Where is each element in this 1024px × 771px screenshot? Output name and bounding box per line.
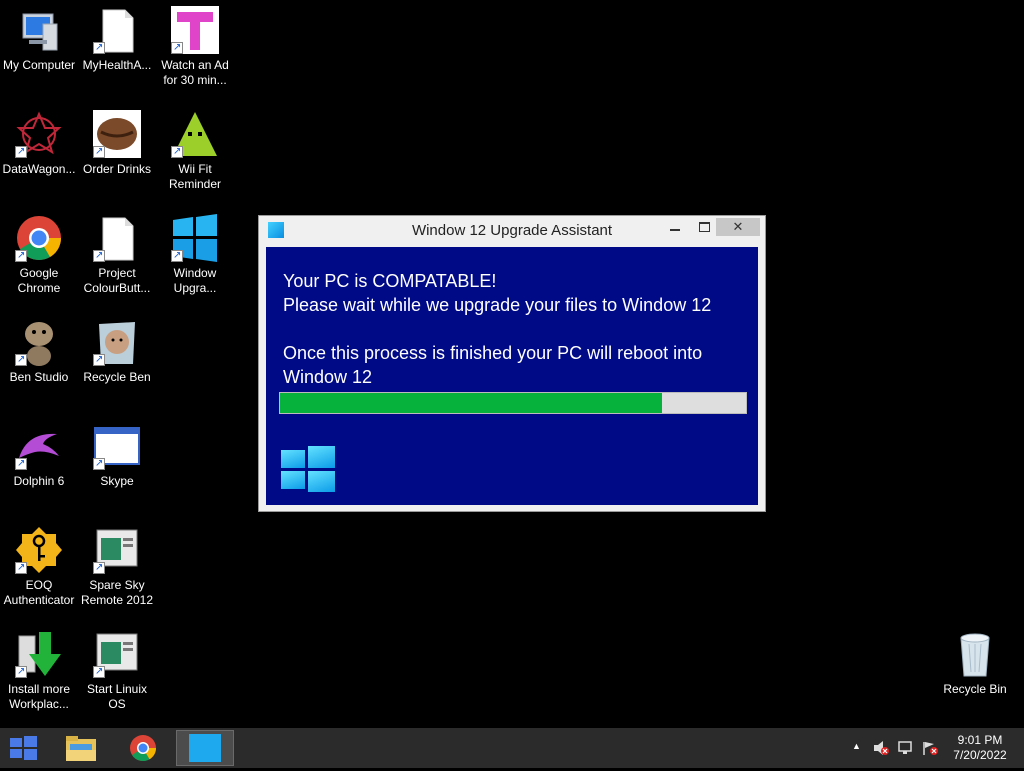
desktop-icon-label: Spare Sky Remote 2012 — [80, 578, 154, 607]
desktop-icon-label: Recycle Bin — [943, 682, 1007, 696]
desktop-icon-label: Watch an Ad for 30 min... — [161, 58, 229, 87]
reboot-notice: Once this process is finished your PC wi… — [283, 343, 703, 363]
remote-app-icon — [93, 526, 141, 575]
desktop-icon-project-colourbutt[interactable]: Project ColourButt... — [78, 208, 156, 296]
start-button[interactable] — [8, 736, 38, 760]
shortcut-arrow-icon — [15, 352, 27, 367]
desktop-icon-order-drinks[interactable]: Order Drinks — [78, 104, 156, 177]
download-arrow-icon — [15, 630, 63, 679]
shortcut-arrow-icon — [93, 664, 105, 679]
desktop-icon-dolphin[interactable]: Dolphin 6 — [0, 416, 78, 489]
desktop-icon-my-computer[interactable]: My Computer — [0, 0, 78, 73]
desktop-icon-datawagon[interactable]: DataWagon... — [0, 104, 78, 177]
desktop-icon-recycle-ben[interactable]: Recycle Ben — [78, 312, 156, 385]
desktop-icon-label: Window Upgra... — [173, 266, 217, 295]
progress-fill — [280, 393, 663, 413]
shortcut-arrow-icon — [15, 144, 27, 159]
desktop-icon-google-chrome[interactable]: Google Chrome — [0, 208, 78, 296]
desktop-icon-start-linuix[interactable]: Start Linuix OS — [78, 624, 156, 712]
desktop-icon-spare-sky-remote[interactable]: Spare Sky Remote 2012 — [78, 520, 156, 608]
shortcut-arrow-icon — [15, 456, 27, 471]
desktop-icon-label: Recycle Ben — [83, 370, 151, 384]
desktop-icon-label: EOQ Authenticator — [3, 578, 75, 607]
red-star-icon — [15, 110, 63, 159]
document-icon — [93, 6, 141, 55]
shortcut-arrow-icon — [93, 40, 105, 55]
computer-icon — [15, 6, 63, 54]
desktop-icon-label: Install more Workplac... — [7, 682, 71, 711]
system-clock[interactable]: 9:01 PM 7/20/2022 — [945, 733, 1015, 763]
action-center-flag-icon[interactable] — [921, 740, 939, 756]
clock-time: 9:01 PM — [957, 733, 1003, 747]
dolphin-icon — [15, 422, 63, 471]
desktop-icon-recycle-bin[interactable]: Recycle Bin — [936, 624, 1014, 697]
minimize-button[interactable] — [664, 218, 686, 236]
chrome-icon — [15, 214, 63, 263]
desktop-icon-label: Start Linuix OS — [86, 682, 148, 711]
pink-t-icon — [171, 6, 219, 55]
windows-logo-icon — [189, 734, 221, 762]
folder-icon — [66, 736, 96, 761]
key-icon — [15, 526, 63, 575]
shortcut-arrow-icon — [93, 144, 105, 159]
shortcut-arrow-icon — [171, 40, 183, 55]
desktop-icon-label: DataWagon... — [2, 162, 76, 176]
document-icon — [93, 214, 141, 263]
green-triangle-icon — [171, 110, 219, 159]
network-icon[interactable] — [897, 740, 915, 756]
desktop-icon-watch-ad[interactable]: Watch an Ad for 30 min... — [156, 0, 234, 88]
desktop-icon-label: Order Drinks — [82, 162, 151, 176]
recycle-ben-icon — [93, 318, 141, 367]
shortcut-arrow-icon — [93, 352, 105, 367]
shortcut-arrow-icon — [15, 664, 27, 679]
upgrade-assistant-window[interactable]: Window 12 Upgrade Assistant ✕ Your PC is… — [258, 215, 766, 512]
desktop-icon-label: Wii Fit Reminder — [168, 162, 222, 191]
desktop-icon-ben-studio[interactable]: Ben Studio — [0, 312, 78, 385]
desktop-icon-label: MyHealthA... — [82, 58, 152, 72]
taskbar-upgrade-assistant[interactable] — [176, 730, 234, 766]
show-hidden-icons-button[interactable]: ▲ — [852, 741, 861, 751]
window-app-icon — [93, 422, 141, 471]
desktop-icon-label: Google Chrome — [17, 266, 61, 295]
taskbar: ▲ 9:01 PM 7/20/2022 — [0, 728, 1024, 768]
desktop-icon-label: Dolphin 6 — [13, 474, 65, 488]
windows-logo-icon — [281, 446, 335, 492]
close-button[interactable]: ✕ — [716, 218, 760, 236]
window-title: Window 12 Upgrade Assistant — [411, 222, 613, 239]
window-titlebar[interactable]: Window 12 Upgrade Assistant ✕ — [259, 216, 765, 246]
desktop-icon-label: My Computer — [2, 58, 76, 72]
desktop-icon-label: Ben Studio — [9, 370, 69, 384]
desktop-icon-window-upgrade[interactable]: Window Upgra... — [156, 208, 234, 296]
shortcut-arrow-icon — [93, 456, 105, 471]
desktop-icon-label: Skype — [100, 474, 134, 488]
recycle-bin-icon — [951, 630, 999, 678]
upgrade-wait-message: Please wait while we upgrade your files … — [283, 295, 712, 315]
shortcut-arrow-icon — [171, 248, 183, 263]
shortcut-arrow-icon — [93, 248, 105, 263]
shortcut-arrow-icon — [171, 144, 183, 159]
chrome-icon — [130, 735, 157, 762]
coffee-bean-icon — [93, 110, 141, 159]
desktop-icon-skype[interactable]: Skype — [78, 416, 156, 489]
desktop-icon-myhealth[interactable]: MyHealthA... — [78, 0, 156, 73]
windows-logo-icon — [171, 214, 219, 263]
clock-date: 7/20/2022 — [953, 748, 1007, 762]
taskbar-file-explorer[interactable] — [52, 730, 110, 766]
window-content: Your PC is COMPATABLE! Please wait while… — [266, 247, 758, 505]
desktop-icon-eoq-authenticator[interactable]: EOQ Authenticator — [0, 520, 78, 608]
taskbar-chrome[interactable] — [114, 730, 172, 766]
desktop-icon-install-workplace[interactable]: Install more Workplac... — [0, 624, 78, 712]
compatibility-message: Your PC is COMPATABLE! — [283, 271, 497, 291]
shortcut-arrow-icon — [15, 560, 27, 575]
volume-muted-icon[interactable] — [872, 740, 890, 756]
maximize-button[interactable] — [693, 218, 715, 236]
shortcut-arrow-icon — [15, 248, 27, 263]
desktop-icon-label: Project ColourButt... — [83, 266, 151, 295]
upgrade-progress-bar — [279, 392, 747, 414]
remote-app-icon — [93, 630, 141, 679]
dog-character-icon — [15, 318, 63, 367]
reboot-notice-cont: Window 12 — [283, 367, 373, 387]
shortcut-arrow-icon — [93, 560, 105, 575]
desktop-icon-wii-fit[interactable]: Wii Fit Reminder — [156, 104, 234, 192]
